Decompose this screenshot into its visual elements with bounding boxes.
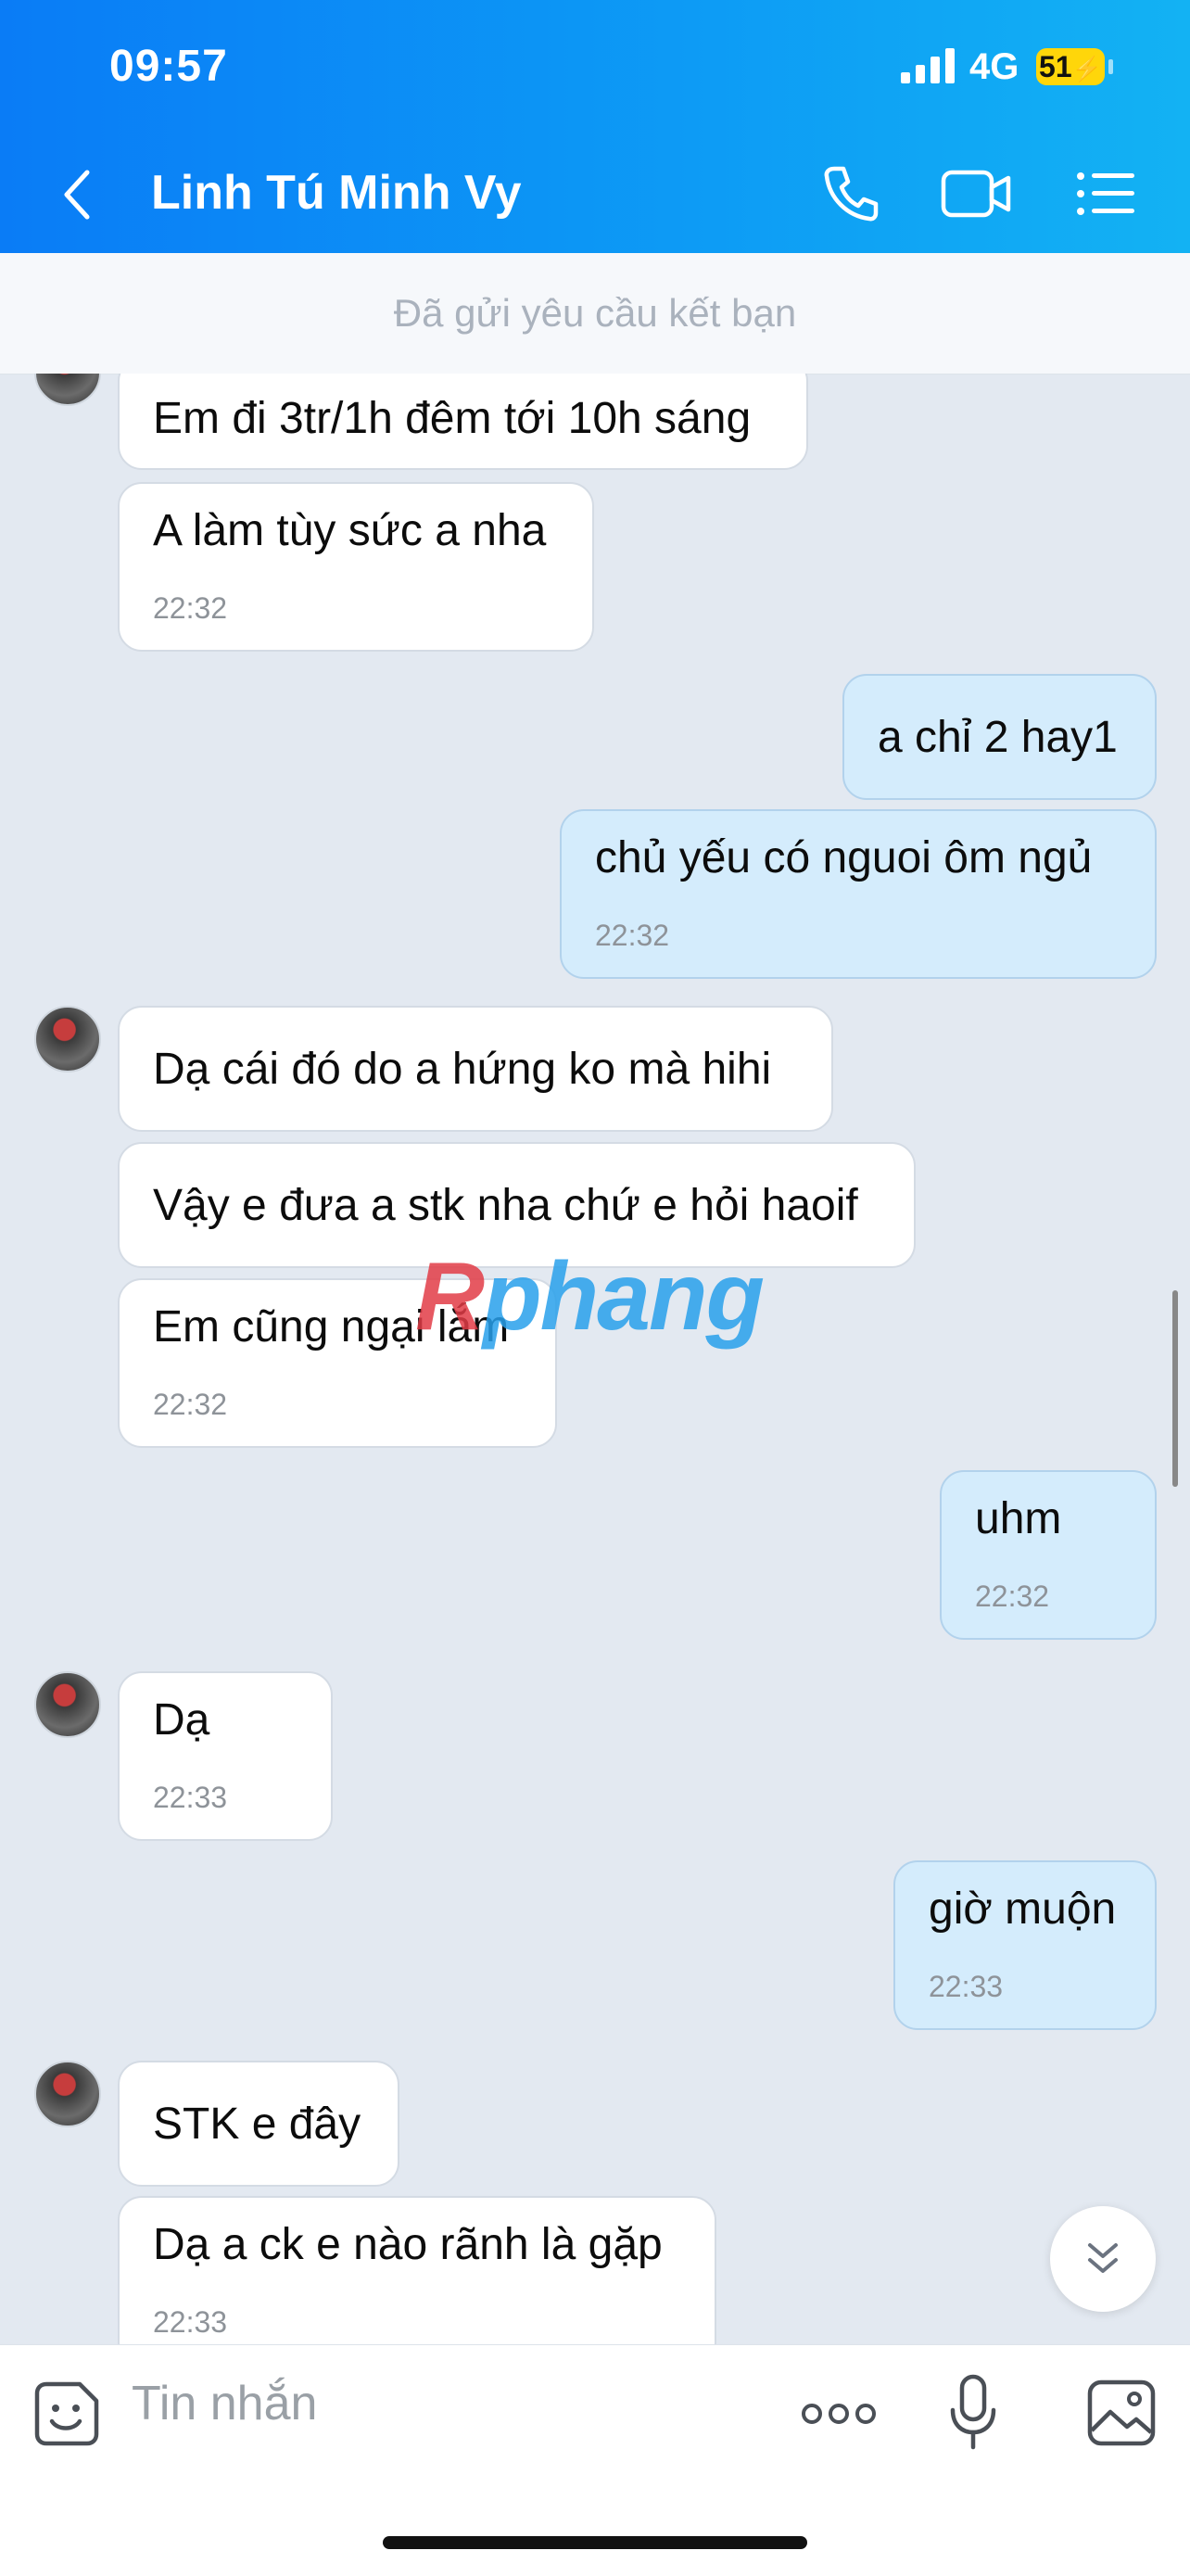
watermark-part2: phang — [483, 1243, 765, 1351]
phone-icon[interactable] — [816, 159, 884, 228]
chat-header: 09:57 4G 51⚡ Linh Tú Minh Vy — [0, 0, 1190, 253]
battery-icon: 51⚡ — [1036, 48, 1105, 85]
message-bubble-outgoing[interactable]: a chỉ 2 hay1 — [842, 674, 1157, 800]
back-chevron-icon[interactable] — [56, 167, 102, 222]
chevrons-down-icon — [1088, 2243, 1118, 2273]
message-time: 22:32 — [153, 591, 228, 625]
status-time: 09:57 — [109, 42, 228, 91]
message-text: STK e đây — [153, 2100, 361, 2149]
menu-list-icon[interactable] — [1075, 159, 1136, 228]
microphone-icon[interactable] — [947, 2373, 999, 2451]
message-bubble-incoming[interactable]: Dạ cái đó do a hứng ko mà hihi — [118, 1006, 833, 1132]
message-text: giờ muộn — [929, 1884, 1117, 1934]
watermark-logo: Rphang — [415, 1242, 765, 1352]
video-call-icon[interactable] — [940, 159, 1014, 228]
message-text: chủ yếu có nguoi ôm ngủ — [595, 833, 1093, 882]
contact-avatar[interactable] — [34, 1671, 101, 1738]
message-bubble-incoming[interactable]: Em đi 3tr/1h đêm tới 10h sáng — [118, 374, 808, 470]
home-indicator[interactable] — [383, 2536, 807, 2549]
watermark-part1: R — [415, 1243, 485, 1351]
message-time: 22:33 — [153, 1781, 228, 1814]
signal-icon — [901, 48, 955, 83]
contact-avatar[interactable] — [34, 2061, 101, 2127]
message-bubble-incoming[interactable]: Dạ 22:33 — [118, 1671, 333, 1841]
message-bubble-incoming[interactable]: STK e đây — [118, 2061, 399, 2187]
message-list[interactable]: Em đi 3tr/1h đêm tới 10h sáng A làm tùy … — [0, 374, 1190, 2344]
message-text: Em đi 3tr/1h đêm tới 10h sáng — [153, 394, 752, 443]
battery-level: 51 — [1039, 50, 1072, 83]
message-time: 22:32 — [595, 919, 670, 952]
network-type: 4G — [969, 46, 1019, 87]
message-bubble-outgoing[interactable]: giờ muộn 22:33 — [893, 1860, 1157, 2030]
scroll-to-bottom-button[interactable] — [1050, 2206, 1156, 2312]
message-time: 22:32 — [975, 1580, 1050, 1613]
message-text: A làm tùy sức a nha — [153, 506, 547, 555]
message-text: uhm — [975, 1494, 1062, 1543]
message-bubble-outgoing[interactable]: uhm 22:32 — [940, 1470, 1157, 1640]
message-text: Dạ — [153, 1695, 210, 1745]
more-dots-icon[interactable] — [801, 2395, 877, 2432]
message-text: Dạ a ck e nào rãnh là gặp — [153, 2220, 663, 2269]
scrollbar[interactable] — [1172, 1290, 1178, 1487]
message-input[interactable] — [130, 2366, 764, 2442]
message-bubble-incoming[interactable]: A làm tùy sức a nha 22:32 — [118, 482, 594, 652]
image-gallery-icon[interactable] — [1086, 2379, 1157, 2447]
contact-avatar[interactable] — [34, 1006, 101, 1072]
message-text: Vậy e đưa a stk nha chứ e hỏi haoif — [153, 1181, 858, 1230]
message-time: 22:33 — [153, 2305, 228, 2339]
message-time: 22:32 — [153, 1388, 228, 1421]
contact-name[interactable]: Linh Tú Minh Vy — [151, 165, 522, 221]
message-bubble-outgoing[interactable]: chủ yếu có nguoi ôm ngủ 22:32 — [560, 809, 1157, 979]
contact-avatar[interactable] — [34, 374, 101, 406]
friend-request-notice: Đã gửi yêu cầu kết bạn — [0, 253, 1190, 374]
sticker-smiley-icon[interactable] — [33, 2380, 100, 2447]
message-bubble-incoming[interactable]: Dạ a ck e nào rãnh là gặp 22:33 — [118, 2196, 716, 2344]
message-text: a chỉ 2 hay1 — [878, 713, 1118, 762]
message-text: Dạ cái đó do a hứng ko mà hihi — [153, 1045, 772, 1094]
message-time: 22:33 — [929, 1970, 1004, 2003]
battery-tip — [1108, 59, 1113, 74]
